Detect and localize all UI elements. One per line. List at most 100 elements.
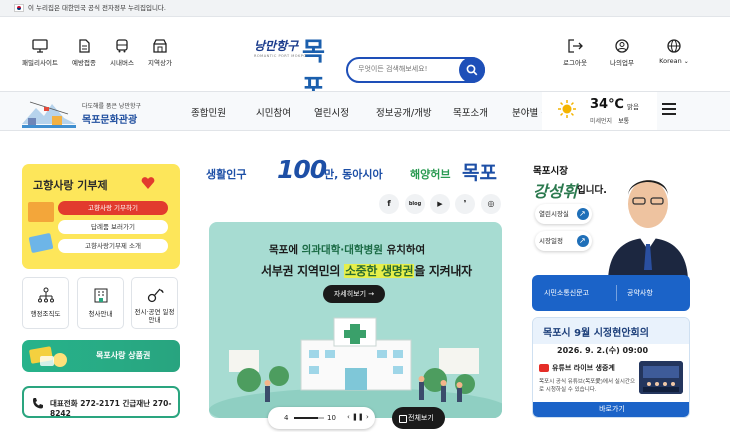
search-input[interactable] [358, 65, 456, 73]
user-icon [615, 39, 629, 53]
nav-menu-item[interactable]: 열린시정 [314, 105, 349, 119]
mokpo-gift-voucher-link[interactable]: 목포사랑 상품권 [22, 340, 180, 372]
quick-link-family-site[interactable]: 패밀리사이트 [20, 39, 60, 67]
search-icon [466, 64, 478, 76]
main-banner[interactable]: 목포에 의과대학·대학병원 유치하여 서부권 지역민의 소중한 생명권을 지켜내… [209, 222, 502, 418]
live-description: 목포시 공식 유튜브(목포愛)에서 실시간으로 시청하실 수 있습니다. [539, 379, 635, 393]
arrow-icon [577, 204, 589, 224]
tourism-sub: 다도해를 품은 낭만항구 [82, 103, 142, 110]
gov-banner: 이 누리집은 대한민국 공식 전자정부 누리집입니다. [0, 0, 730, 17]
chevron-down-icon: ⌄ [683, 58, 689, 65]
mayor-name: 강성휘 [533, 182, 578, 201]
mayor-schedule-button[interactable]: 시장일정 [535, 231, 592, 251]
pager-progress-track [318, 417, 324, 419]
slogan-part-e: 목포 [462, 162, 497, 184]
banner-line-1: 목포에 의과대학·대학병원 유치하여 [269, 242, 425, 257]
banner-line-1-a: 목포에 [269, 244, 302, 256]
pager-progress-bar [294, 417, 318, 419]
store-icon [153, 39, 167, 53]
youtube-icon [539, 364, 549, 372]
live-go-button[interactable]: 바로가기 [533, 402, 689, 417]
service-org-chart[interactable]: 행정조직도 [22, 277, 69, 329]
quick-link-label: 예방접종 [72, 59, 96, 67]
pager-controls[interactable]: ‹ ❚❚ › [347, 413, 369, 421]
live-broadcast-card: 목포시 9월 시정현안회의 2026. 9. 2.(수) 09:00 유튜브 라… [532, 317, 690, 418]
slogan-part-a: 생활인구 [206, 168, 247, 181]
pager-total: 10 [327, 414, 336, 422]
facebook-icon[interactable]: f [379, 194, 399, 214]
pager-current: 4 [284, 414, 289, 422]
dust-label: 미세먼지 보통 [590, 116, 629, 125]
quick-link-label: 시내버스 [110, 59, 134, 67]
hometown-gift-card: 고향사랑 기부제 고향사랑 기부하기 답례품 보러가기 고향사랑기부제 소개 [22, 164, 180, 269]
bus-icon [116, 39, 128, 53]
service-office-guide[interactable]: 청사안내 [77, 277, 124, 329]
hamburger-menu-icon[interactable] [662, 103, 676, 115]
blog-icon[interactable]: blog [405, 194, 425, 214]
weather-condition: 맑음 [627, 103, 639, 111]
korea-flag-icon [14, 4, 24, 12]
hospital-illustration-icon [209, 317, 502, 418]
logo-romantic-text: 낭만항구 [254, 39, 299, 53]
youtube-icon[interactable]: ▶ [430, 194, 450, 214]
language-select[interactable]: Korean ⌄ [655, 39, 693, 65]
nav-menu-item[interactable]: 종합민원 [191, 105, 226, 119]
service-events[interactable]: 전시·공연 일정안내 [131, 277, 178, 329]
slogan-part-d: 해양허브 [410, 168, 451, 181]
kakao-story-icon[interactable]: ❜ [455, 194, 475, 214]
gift-intro-button[interactable]: 고향사랑기부제 소개 [58, 239, 168, 253]
phone-icon [33, 398, 43, 409]
instagram-icon[interactable]: ◎ [481, 194, 501, 214]
heart-icon [141, 177, 155, 189]
banner-line-1-c: 유치하여 [382, 244, 426, 256]
header: 패밀리사이트 예방접종 시내버스 지역상가 낭만항구 목포 ROMANTIC P… [0, 17, 730, 102]
mayor-button-label: 열린시장실 [539, 210, 569, 218]
logout-link[interactable]: 로그아웃 [561, 39, 589, 67]
nav-menu-item[interactable]: 시민참여 [256, 105, 291, 119]
mokpo-logo[interactable]: 낭만항구 목포 ROMANTIC PORT MOKPO [252, 34, 342, 102]
weather-temp: 34℃ [590, 97, 624, 112]
search-button[interactable] [459, 57, 485, 83]
culture-tourism-link[interactable]: 다도해를 품은 낭만항구 목포문화관광 [20, 96, 165, 128]
nav-menu-item[interactable]: 목포소개 [453, 105, 488, 119]
banner-line-2-b: 소중한 생명권 [343, 264, 415, 278]
nav-menu-item[interactable]: 정보공개/개방 [376, 105, 432, 119]
live-title: 목포시 9월 시정현안회의 [543, 328, 649, 339]
quick-link-bus[interactable]: 시내버스 [102, 39, 142, 67]
banner-more-button[interactable]: 자세히보기 → [323, 285, 385, 303]
language-label: Korean [659, 57, 682, 65]
org-chart-icon [37, 287, 54, 303]
dust-value: 보통 [618, 118, 630, 125]
slogan-part-c: 만, 동아시아 [324, 168, 383, 181]
logo-sub: ROMANTIC PORT MOKPO [254, 54, 307, 58]
mayor-photo [608, 180, 688, 282]
gift-box-icon [28, 202, 54, 222]
quick-link-store[interactable]: 지역상가 [140, 39, 180, 67]
quick-link-vaccination[interactable]: 예방접종 [64, 39, 104, 67]
sun-icon [558, 100, 576, 118]
petition-link[interactable]: 시민소통신문고 [544, 288, 589, 298]
voucher-illustration-icon [29, 346, 67, 367]
office-building-icon [94, 288, 107, 303]
gift-donate-button[interactable]: 고향사랑 기부하기 [58, 201, 168, 215]
service-label: 전시·공연 일정안내 [134, 308, 175, 324]
gift-return-button[interactable]: 답례품 보러가기 [58, 220, 168, 234]
live-label: 유튜브 라이브 생중계 [552, 364, 615, 372]
view-all-button[interactable]: 전체보기 [392, 407, 445, 429]
citizen-link-bar: 시민소통신문고 공약사항 [532, 275, 690, 311]
document-icon [79, 39, 90, 53]
tourism-title: 목포문화관광 [82, 115, 138, 126]
phone-text: 대표전화 272-2171 긴급재난 270-8242 [50, 399, 172, 418]
open-mayor-office-button[interactable]: 열린시장실 [535, 204, 592, 224]
my-work-link[interactable]: 나의업무 [608, 39, 636, 67]
globe-icon [667, 39, 681, 53]
pledges-link[interactable]: 공약사항 [627, 288, 653, 298]
tourism-illustration-icon [22, 101, 76, 128]
weather-widget: 34℃ 맑음 미세먼지 보통 [542, 92, 657, 130]
service-label: 행정조직도 [30, 310, 61, 318]
gift-title: 고향사랑 기부제 [33, 179, 108, 192]
quick-link-label: 지역상가 [148, 59, 172, 67]
divider [616, 285, 617, 301]
dust-label-text: 미세먼지 [590, 118, 613, 125]
search-box [346, 57, 485, 83]
